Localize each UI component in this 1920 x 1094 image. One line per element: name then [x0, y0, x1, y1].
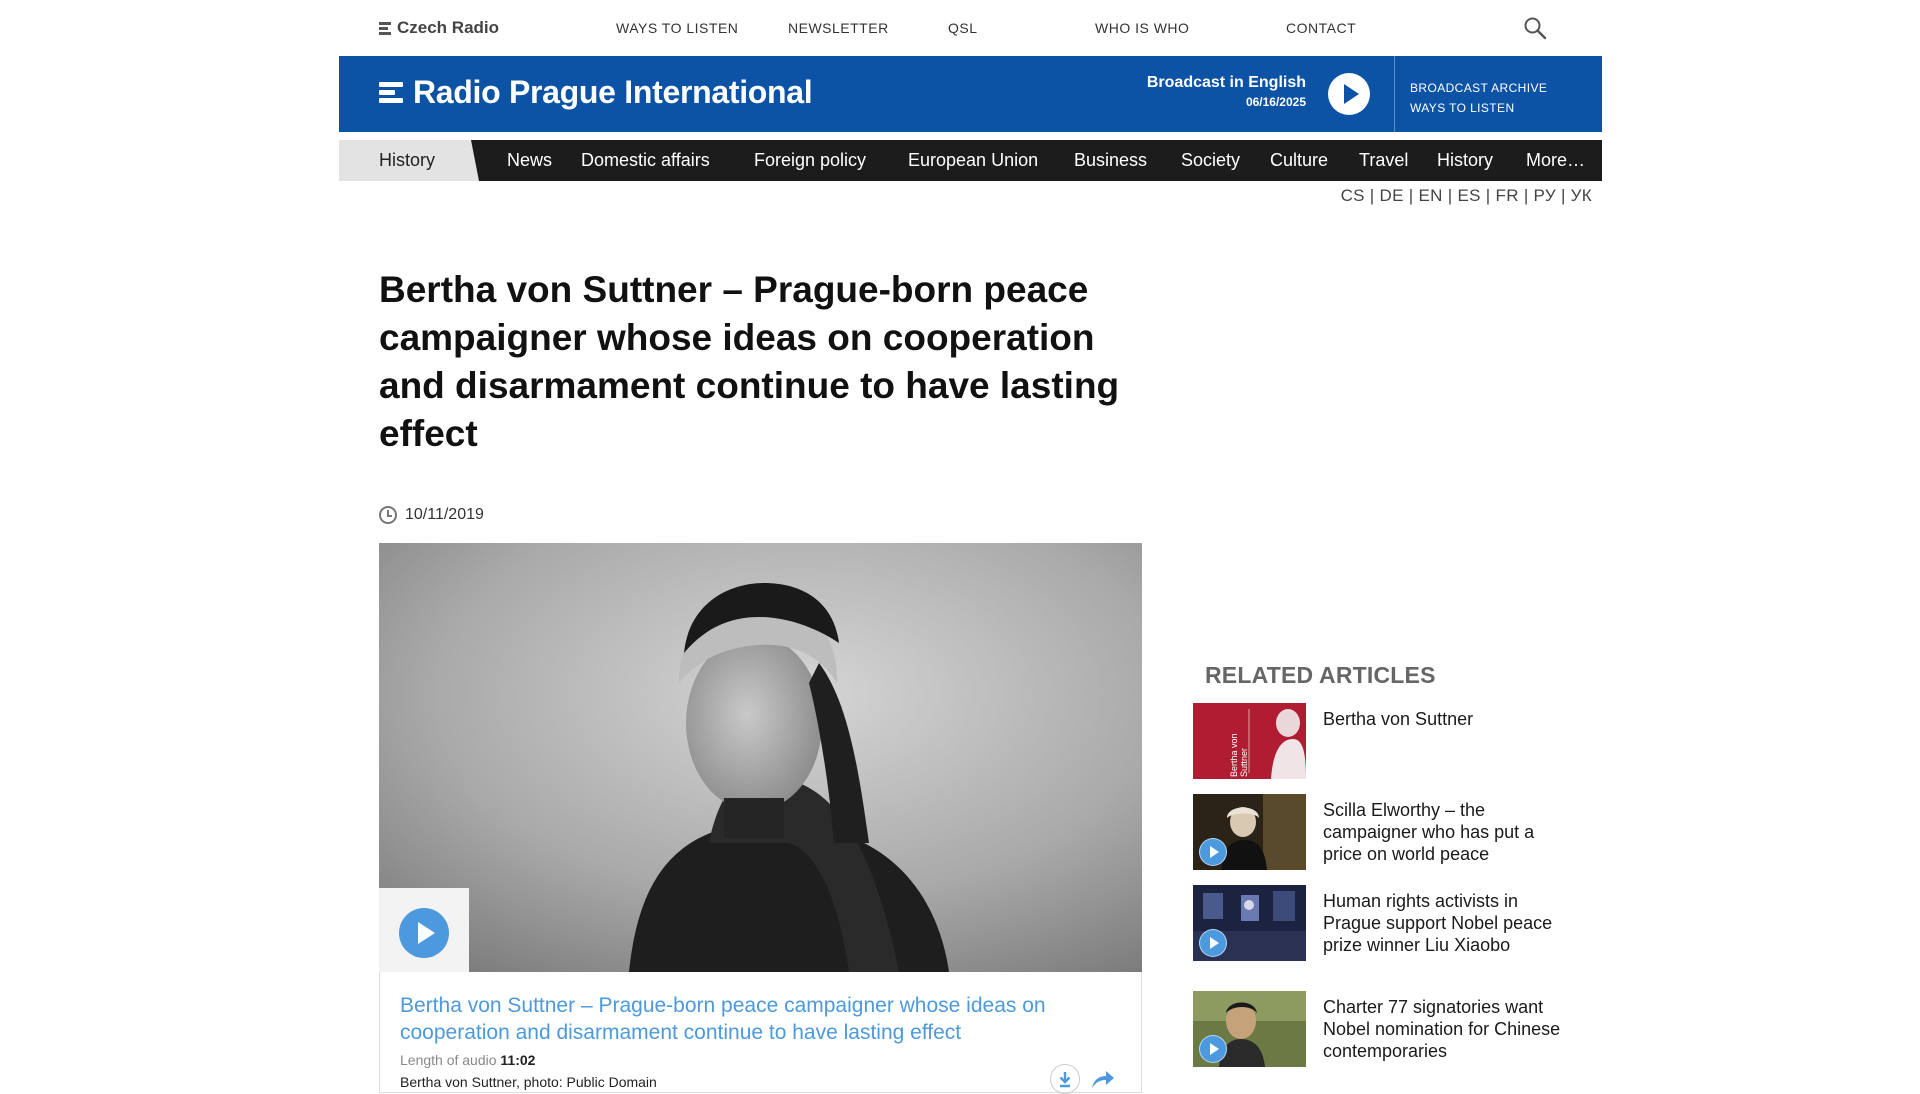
related-title[interactable]: Charter 77 signatories want Nobel nomina… — [1323, 996, 1563, 1062]
top-bar: Czech Radio WAYS TO LISTEN NEWSLETTER QS… — [339, 0, 1602, 56]
book-cover-image — [1193, 703, 1306, 779]
share-icon[interactable] — [1090, 1068, 1116, 1090]
broadcast-date: 06/16/2025 — [1245, 95, 1306, 109]
article-date: 10/11/2019 — [379, 506, 484, 524]
nav-item-foreign-policy[interactable]: Foreign policy — [754, 150, 866, 171]
related-thumbnail[interactable] — [1193, 794, 1306, 870]
download-icon[interactable] — [1050, 1064, 1080, 1094]
page: Czech Radio WAYS TO LISTEN NEWSLETTER QS… — [339, 0, 1602, 1094]
main-nav: History News Domestic affairs Foreign po… — [339, 140, 1602, 181]
czech-radio-logo[interactable]: Czech Radio — [379, 18, 499, 38]
portrait-image — [379, 543, 1142, 972]
language-switcher[interactable]: CS | DE | EN | ES | FR | РУ | УК — [1341, 186, 1592, 206]
related-thumbnail[interactable] — [1193, 885, 1306, 961]
clock-icon — [379, 506, 397, 524]
related-title[interactable]: Human rights activists in Prague support… — [1323, 890, 1563, 956]
nav-item-culture[interactable]: Culture — [1270, 150, 1328, 171]
photo-caption: Bertha von Suttner, photo: Public Domain — [400, 1074, 657, 1090]
ways-to-listen-link[interactable]: WAYS TO LISTEN — [1410, 98, 1547, 118]
header-divider — [1394, 56, 1395, 132]
related-play-button[interactable] — [1199, 838, 1227, 866]
audio-length: Length of audio 11:02 — [400, 1052, 535, 1068]
site-logo-icon — [379, 82, 403, 103]
audio-play-button[interactable] — [399, 908, 449, 958]
related-thumbnail[interactable] — [1193, 991, 1306, 1067]
related-articles-heading: RELATED ARTICLES — [1205, 662, 1436, 688]
broadcast-label: Broadcast in English — [1146, 74, 1306, 91]
article-title: Bertha von Suttner – Prague-born peace c… — [379, 269, 1120, 454]
nav-item-domestic-affairs[interactable]: Domestic affairs — [581, 150, 710, 171]
current-section-label: History — [379, 150, 436, 170]
top-link-contact[interactable]: CONTACT — [1286, 20, 1356, 36]
related-play-button[interactable] — [1199, 929, 1227, 957]
broadcast-play-button[interactable] — [1328, 73, 1370, 115]
broadcast-archive-link[interactable]: BROADCAST ARCHIVE — [1410, 78, 1547, 98]
nav-item-news[interactable]: News — [507, 150, 552, 171]
czech-radio-logo-icon — [379, 21, 391, 35]
site-name: Radio Prague International — [413, 74, 813, 110]
czech-radio-label: Czech Radio — [397, 18, 500, 37]
book-cover-text: Bertha von Suttner — [1229, 733, 1249, 777]
audio-player: Bertha von Suttner – Prague-born peace c… — [379, 972, 1142, 1094]
top-link-qsl[interactable]: QSL — [948, 20, 978, 36]
top-link-who-is-who[interactable]: WHO IS WHO — [1095, 20, 1189, 36]
top-link-newsletter[interactable]: NEWSLETTER — [788, 20, 889, 36]
nav-item-history[interactable]: History — [1437, 150, 1493, 171]
site-header: Radio Prague International Broadcast in … — [339, 56, 1602, 132]
article-photo — [379, 543, 1142, 972]
nav-item-travel[interactable]: Travel — [1359, 150, 1408, 171]
audio-length-value: 11:02 — [500, 1052, 536, 1068]
audio-length-label: Length of audio — [400, 1052, 497, 1068]
header-links: BROADCAST ARCHIVE WAYS TO LISTEN — [1410, 78, 1547, 118]
current-section-tab[interactable]: History — [339, 140, 479, 181]
related-play-button[interactable] — [1199, 1035, 1227, 1063]
article-date-text: 10/11/2019 — [405, 506, 484, 523]
search-icon[interactable] — [1523, 16, 1547, 40]
nav-item-business[interactable]: Business — [1074, 150, 1147, 171]
nav-item-society[interactable]: Society — [1181, 150, 1240, 171]
site-logo[interactable]: Radio Prague International — [379, 74, 813, 111]
related-title[interactable]: Bertha von Suttner — [1323, 708, 1563, 730]
broadcast-info[interactable]: Broadcast in English 06/16/2025 — [1147, 74, 1306, 109]
related-title[interactable]: Scilla Elworthy – the campaigner who has… — [1323, 799, 1563, 865]
related-thumbnail[interactable]: Bertha von Suttner — [1193, 703, 1306, 779]
nav-item-european-union[interactable]: European Union — [908, 150, 1038, 171]
audio-play-container — [379, 888, 469, 972]
audio-title[interactable]: Bertha von Suttner – Prague-born peace c… — [400, 992, 1120, 1046]
nav-item-more[interactable]: More… — [1526, 150, 1585, 171]
top-link-ways-to-listen[interactable]: WAYS TO LISTEN — [616, 20, 738, 36]
